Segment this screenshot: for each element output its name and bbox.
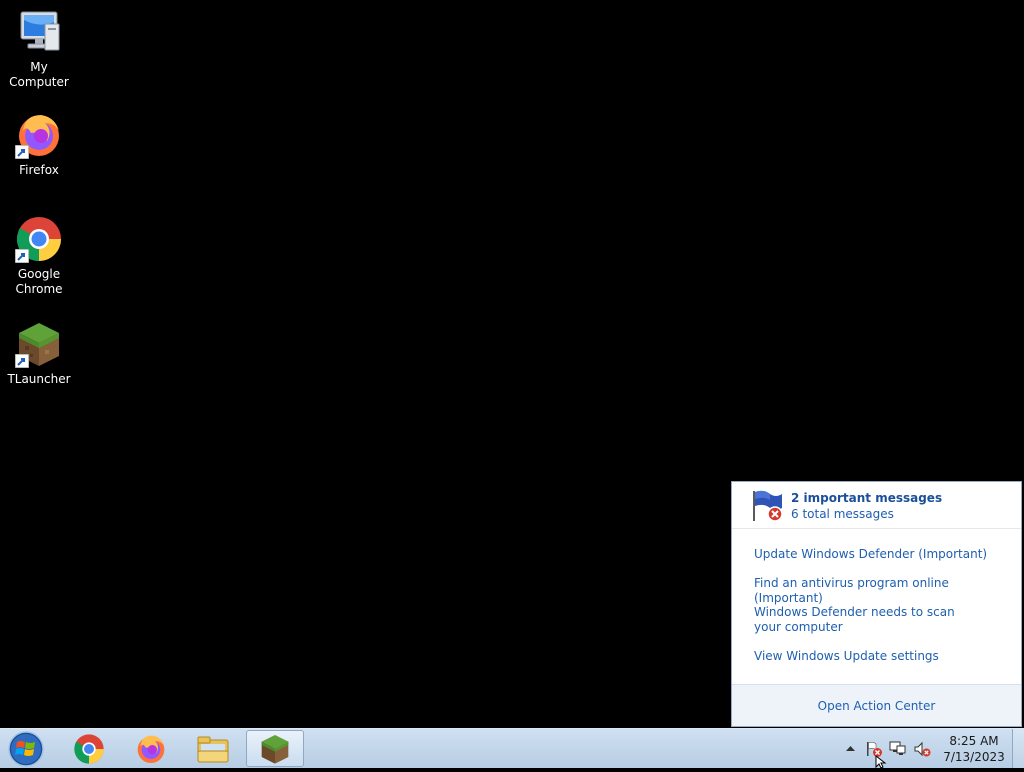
action-center-header: 2 important messages 6 total messages xyxy=(732,482,1021,529)
minecraft-grass-block-icon xyxy=(261,734,289,764)
action-center-popup: 2 important messages 6 total messages Up… xyxy=(731,481,1022,727)
firefox-icon xyxy=(15,111,63,159)
desktop-icon-label: My Computer xyxy=(9,60,69,89)
desktop: My Computer Firefox Google Chrome TLaunc… xyxy=(0,0,1024,728)
desktop-icon-google-chrome[interactable]: Google Chrome xyxy=(0,215,78,297)
clock-time: 8:25 AM xyxy=(949,734,999,748)
desktop-icon-firefox[interactable]: Firefox xyxy=(0,111,78,178)
taskbar-button-explorer[interactable] xyxy=(185,730,241,767)
important-messages-link[interactable]: 2 important messages xyxy=(791,491,942,505)
show-desktop-button[interactable] xyxy=(1012,729,1024,768)
shortcut-arrow-icon xyxy=(15,354,29,368)
taskbar: 8:25 AM 7/13/2023 xyxy=(0,728,1024,768)
message-find-antivirus[interactable]: Find an antivirus program online (Import… xyxy=(754,576,1004,606)
show-hidden-icons-arrow-icon[interactable] xyxy=(845,743,856,754)
desktop-icon-label: TLauncher xyxy=(7,372,71,386)
network-icon[interactable] xyxy=(889,740,907,758)
volume-muted-icon[interactable] xyxy=(913,740,931,758)
taskbar-button-firefox[interactable] xyxy=(123,730,179,767)
desktop-icon-tlauncher[interactable]: TLauncher xyxy=(0,320,78,387)
message-windows-update-settings[interactable]: View Windows Update settings xyxy=(754,649,1004,664)
firefox-icon xyxy=(137,735,165,763)
taskbar-button-tlauncher[interactable] xyxy=(246,730,304,767)
open-action-center-link[interactable]: Open Action Center xyxy=(818,699,936,713)
action-center-flag-icon xyxy=(753,490,783,522)
desktop-icon-label: Google Chrome xyxy=(15,267,63,296)
start-button[interactable] xyxy=(4,730,48,768)
desktop-icon-my-computer[interactable]: My Computer xyxy=(0,8,78,90)
clock-date: 7/13/2023 xyxy=(943,750,1005,764)
computer-icon xyxy=(15,8,63,56)
chrome-icon xyxy=(15,215,63,263)
desktop-icon-label: Firefox xyxy=(19,163,59,177)
folder-icon xyxy=(197,736,229,762)
message-update-windows-defender[interactable]: Update Windows Defender (Important) xyxy=(754,547,1004,562)
shortcut-arrow-icon xyxy=(15,145,29,159)
minecraft-grass-block-icon xyxy=(15,320,63,368)
action-center-footer: Open Action Center xyxy=(732,684,1021,726)
taskbar-button-chrome[interactable] xyxy=(61,730,117,767)
chrome-icon xyxy=(74,733,104,764)
message-defender-scan[interactable]: Windows Defender needs to scan your comp… xyxy=(754,605,984,635)
total-messages-link[interactable]: 6 total messages xyxy=(791,507,894,521)
shortcut-arrow-icon xyxy=(15,249,29,263)
windows-logo-icon xyxy=(8,731,44,767)
mouse-cursor-icon xyxy=(875,755,887,769)
taskbar-clock[interactable]: 8:25 AM 7/13/2023 xyxy=(938,733,1010,765)
